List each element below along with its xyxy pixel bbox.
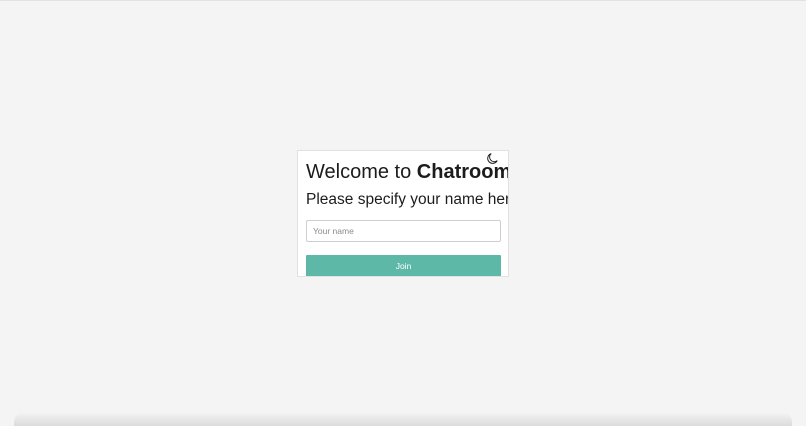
welcome-prefix: Welcome to xyxy=(306,161,417,183)
name-input[interactable] xyxy=(306,220,501,242)
brand-name: Chatroom xyxy=(416,161,509,183)
welcome-heading: Welcome to Chatroom! xyxy=(306,161,509,183)
window-bottom-shadow xyxy=(14,412,792,426)
name-prompt: Please specify your name here: xyxy=(306,191,509,208)
page: Welcome to Chatroom! Please specify your… xyxy=(0,0,806,426)
join-button[interactable]: Join xyxy=(306,255,501,276)
login-card: Welcome to Chatroom! Please specify your… xyxy=(297,150,509,277)
